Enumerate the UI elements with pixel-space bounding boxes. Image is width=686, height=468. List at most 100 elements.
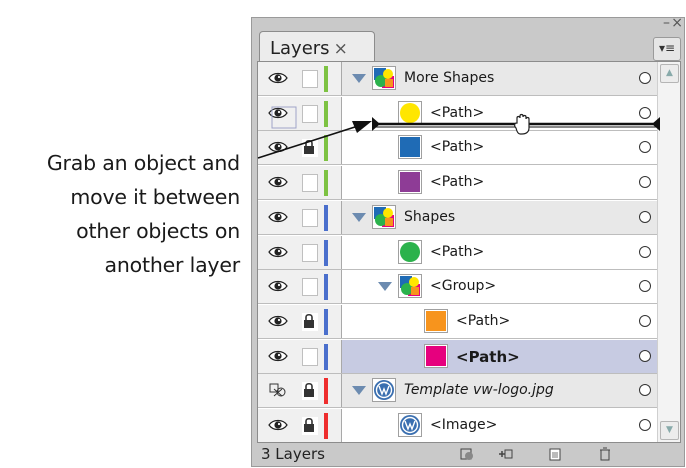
layer-color-bar — [324, 274, 328, 301]
layer-color-bar — [324, 135, 328, 162]
sublayer-row[interactable]: <Path> — [258, 131, 680, 166]
target-circle-icon[interactable] — [639, 419, 651, 431]
template-icon[interactable] — [268, 383, 288, 397]
minimize-button[interactable]: – — [663, 15, 670, 31]
target-circle-icon[interactable] — [639, 245, 651, 258]
target-circle-icon[interactable] — [639, 314, 651, 327]
layer-row[interactable]: More Shapes — [258, 62, 680, 96]
layer-color-bar — [324, 204, 328, 231]
layer-name[interactable]: Shapes — [404, 209, 455, 225]
caption-line: Grab an object and — [46, 151, 240, 175]
eye-icon[interactable] — [268, 175, 288, 189]
target-circle-icon[interactable] — [639, 384, 651, 397]
target-circle-icon[interactable] — [639, 210, 651, 223]
layer-thumbnail — [424, 343, 448, 368]
layer-thumbnail — [372, 66, 396, 90]
layer-color-bar — [324, 170, 328, 197]
caption-line: move it between — [70, 185, 240, 209]
layer-color-bar — [324, 308, 328, 335]
eye-icon[interactable] — [268, 314, 288, 328]
sublayer-row[interactable]: <Image> — [258, 409, 680, 442]
layer-color-bar — [324, 343, 328, 370]
eye-icon[interactable] — [268, 71, 288, 85]
layer-thumbnail — [398, 274, 422, 299]
layer-thumbnail — [398, 135, 422, 160]
make-clipping-mask-icon[interactable] — [459, 446, 475, 462]
layer-name[interactable]: <Group> — [430, 278, 496, 294]
layer-count: 3 Layers — [261, 445, 325, 463]
layer-color-bar — [324, 239, 328, 266]
layer-name[interactable]: <Image> — [430, 417, 497, 433]
expand-triangle-icon[interactable] — [352, 386, 366, 396]
expand-triangle-icon[interactable] — [352, 212, 366, 222]
layer-row[interactable]: Shapes — [258, 200, 680, 235]
scrollbar[interactable]: ▲ ▼ — [657, 62, 680, 442]
expand-triangle-icon[interactable] — [378, 282, 392, 292]
lock-toggle[interactable] — [302, 70, 318, 88]
eye-icon[interactable] — [268, 210, 288, 224]
close-button[interactable]: × — [671, 15, 683, 31]
tab-label: Layers — [270, 38, 330, 59]
sublayer-row[interactable]: <Path> — [258, 339, 680, 374]
sublayer-row[interactable]: <Path> — [258, 235, 680, 270]
sublayer-row[interactable]: <Path> — [258, 96, 680, 131]
layer-name[interactable]: <Path> — [456, 348, 520, 366]
eye-icon[interactable] — [268, 349, 288, 363]
eye-icon[interactable] — [268, 140, 288, 154]
layer-name[interactable]: <Path> — [430, 244, 484, 260]
layer-color-bar — [324, 66, 328, 92]
tab-close-icon[interactable]: × — [334, 39, 348, 59]
lock-icon[interactable] — [302, 139, 318, 158]
layer-thumbnail — [398, 413, 422, 437]
lock-toggle[interactable] — [302, 347, 318, 366]
layer-row[interactable]: Template vw-logo.jpg — [258, 374, 680, 409]
layer-name[interactable]: More Shapes — [404, 70, 494, 86]
eye-icon[interactable] — [268, 279, 288, 293]
panel-menu-icon[interactable]: ▾≡ — [653, 37, 681, 61]
layers-panel: – × Layers × ▾≡ <Image> Template vw-logo.j… — [251, 15, 685, 467]
target-circle-icon[interactable] — [639, 72, 651, 84]
caption-line: other objects on — [76, 219, 240, 243]
scroll-up-icon[interactable]: ▲ — [660, 64, 679, 83]
layer-color-bar — [324, 378, 328, 405]
sublayer-row[interactable]: <Path> — [258, 166, 680, 201]
eye-icon[interactable] — [268, 418, 288, 432]
layer-color-bar — [324, 100, 328, 127]
lock-toggle[interactable] — [302, 104, 318, 123]
trash-icon[interactable] — [597, 446, 613, 462]
tab-layers[interactable]: Layers × — [259, 31, 375, 61]
sublayer-row[interactable]: <Path> — [258, 304, 680, 339]
panel-footer: 3 Layers — [257, 444, 681, 466]
lock-toggle[interactable] — [302, 278, 318, 297]
sublayer-row[interactable]: <Group> — [258, 270, 680, 305]
eye-icon[interactable] — [268, 245, 288, 259]
new-layer-icon[interactable] — [547, 446, 563, 462]
layer-name[interactable]: <Path> — [430, 174, 484, 190]
layer-color-bar — [324, 413, 328, 439]
lock-icon[interactable] — [302, 417, 318, 435]
target-circle-icon[interactable] — [639, 280, 651, 293]
layer-thumbnail — [398, 170, 422, 195]
lock-icon[interactable] — [302, 382, 318, 401]
layer-name[interactable]: <Path> — [430, 139, 484, 155]
caption-line: another layer — [104, 253, 240, 277]
layer-thumbnail — [398, 239, 422, 264]
target-circle-icon[interactable] — [639, 176, 651, 189]
lock-toggle[interactable] — [302, 174, 318, 193]
scroll-down-icon[interactable]: ▼ — [660, 421, 679, 440]
layer-name[interactable]: <Path> — [456, 313, 510, 329]
layer-name[interactable]: <Path> — [430, 105, 484, 121]
layer-thumbnail — [398, 100, 422, 125]
lock-toggle[interactable] — [302, 208, 318, 227]
eye-icon[interactable] — [268, 106, 288, 120]
lock-icon[interactable] — [302, 312, 318, 331]
create-sublayer-icon[interactable] — [497, 446, 513, 462]
layers-list: <Image> Template vw-logo.jpg <Path> <Path> <… — [257, 61, 681, 443]
layer-name[interactable]: Template vw-logo.jpg — [404, 382, 554, 398]
lock-toggle[interactable] — [302, 243, 318, 262]
target-circle-icon[interactable] — [639, 141, 651, 154]
target-circle-icon[interactable] — [639, 349, 651, 362]
expand-triangle-icon[interactable] — [352, 74, 366, 83]
target-circle-icon[interactable] — [639, 106, 651, 119]
layer-thumbnail — [372, 204, 396, 229]
